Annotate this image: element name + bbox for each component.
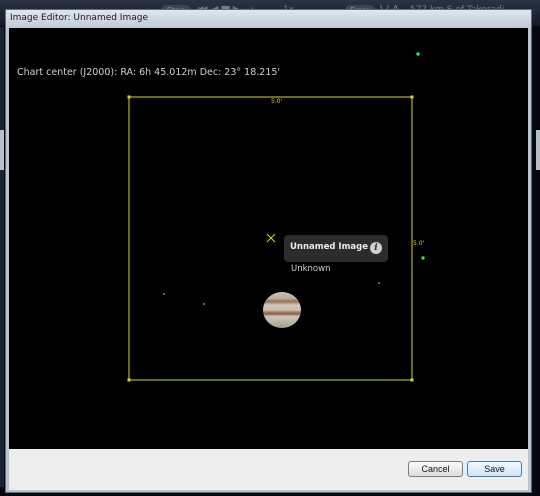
- cancel-button[interactable]: Cancel: [408, 461, 463, 477]
- frame-handle-tr: [410, 95, 414, 99]
- object-popup[interactable]: Unnamed Image i: [284, 235, 388, 262]
- dialog-title: Image Editor: Unnamed Image: [10, 13, 148, 23]
- save-button[interactable]: Save: [467, 461, 522, 477]
- right-scroll-tab[interactable]: [536, 130, 540, 170]
- frame-width-label: 5.0': [271, 98, 283, 105]
- left-panel-edge: [0, 27, 4, 487]
- dialog-titlebar[interactable]: Image Editor: Unnamed Image: [6, 10, 531, 28]
- dialog-footer: Cancel Save: [9, 449, 528, 490]
- object-type: Unknown: [291, 264, 331, 274]
- sky-view[interactable]: Chart center (J2000): RA: 6h 45.012m Dec…: [9, 28, 528, 449]
- star: [416, 52, 420, 56]
- left-scroll-tab[interactable]: [0, 130, 4, 170]
- frame-handle-tl: [127, 95, 131, 99]
- star: [378, 282, 380, 284]
- center-cross-icon: [266, 233, 276, 243]
- chart-overlay: 5.0' 5.0': [127, 52, 425, 382]
- object-name: Unnamed Image: [290, 242, 369, 252]
- star: [163, 293, 165, 295]
- star: [203, 303, 205, 305]
- frame-height-label: 5.0': [413, 240, 425, 247]
- frame-handle-bl: [127, 378, 131, 382]
- image-editor-dialog: Image Editor: Unnamed Image Chart center…: [5, 9, 532, 493]
- jupiter-image: [263, 292, 301, 328]
- star: [421, 256, 425, 260]
- info-icon[interactable]: i: [370, 242, 382, 254]
- frame-handle-br: [410, 378, 414, 382]
